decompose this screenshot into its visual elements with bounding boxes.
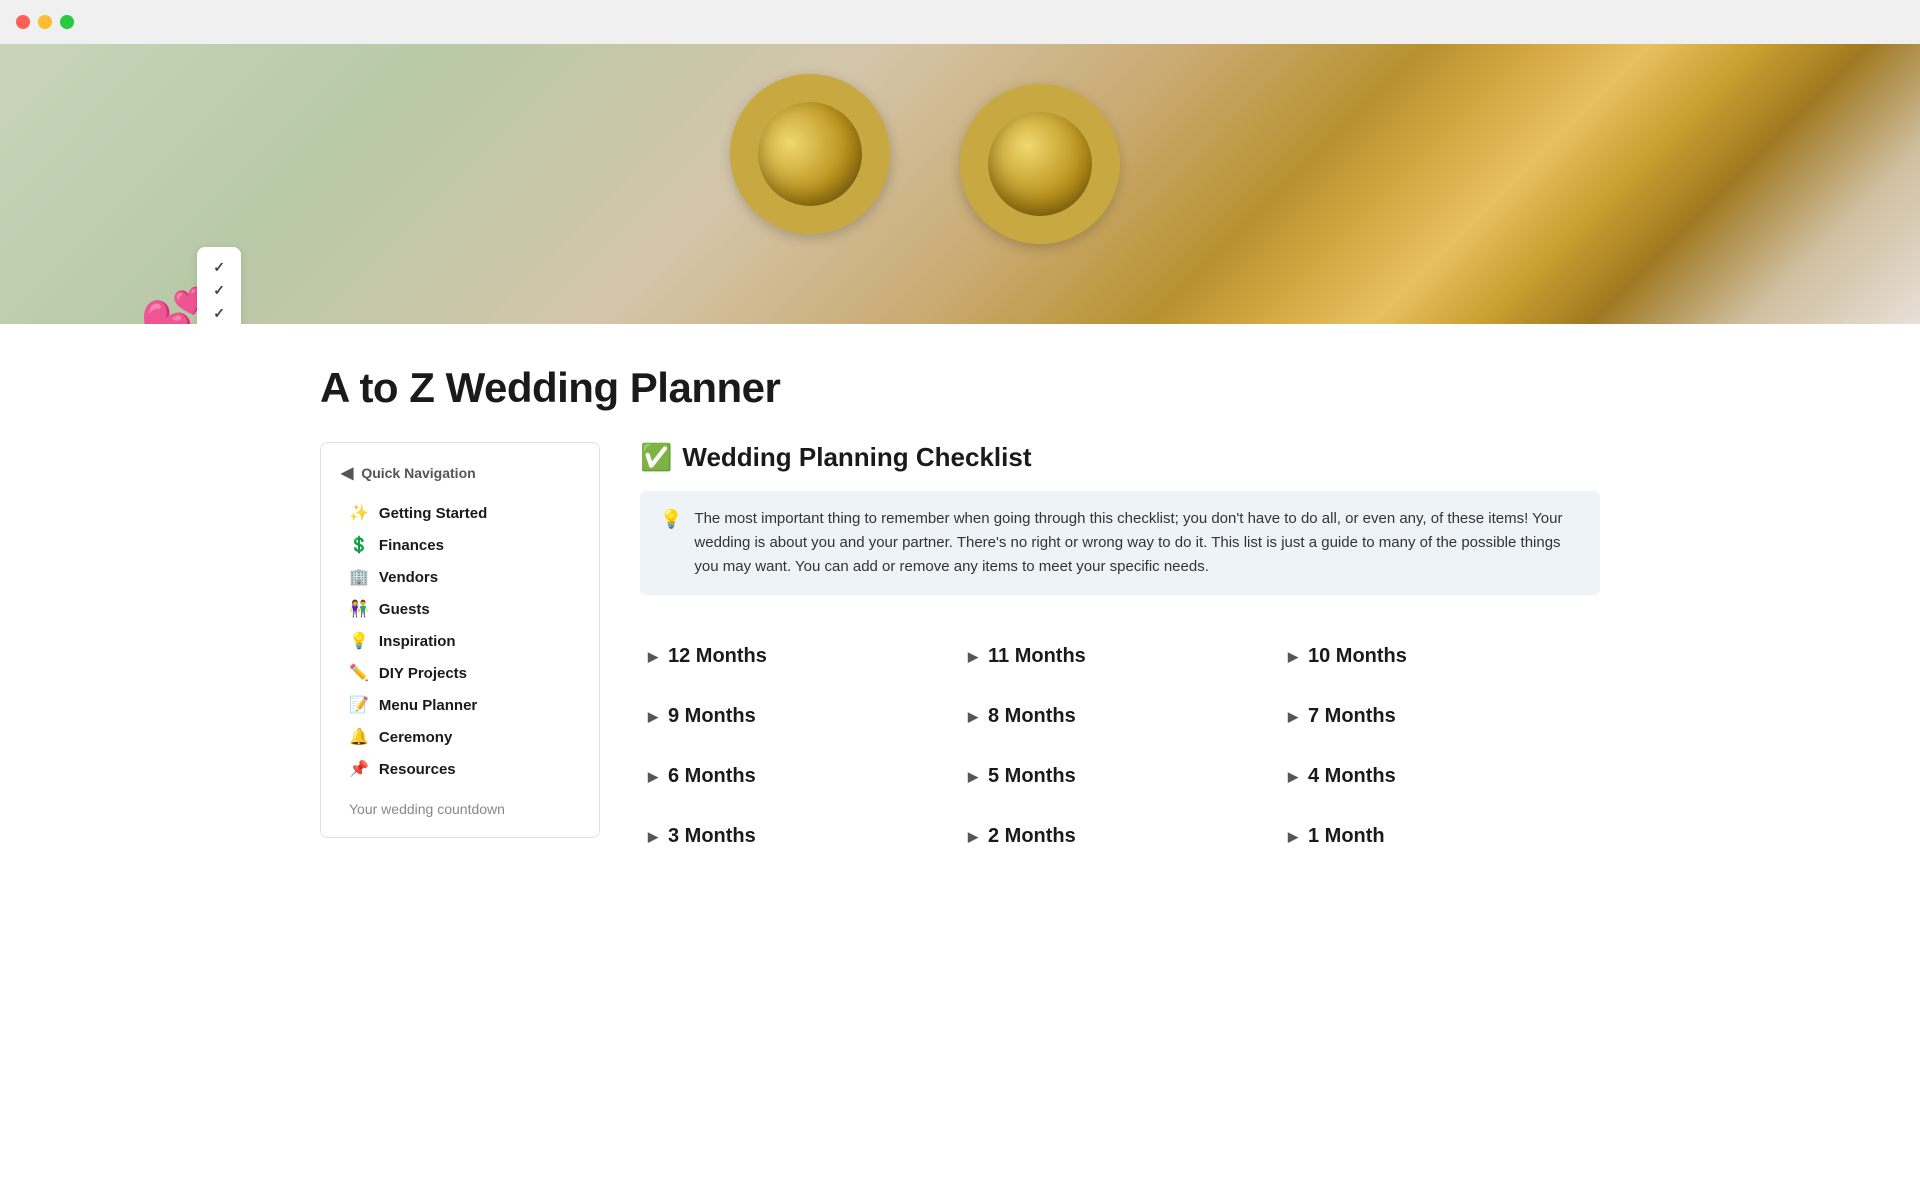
sidebar-item-diy-projects[interactable]: ✏️ DIY Projects — [341, 657, 579, 689]
month-arrow: ▶ — [968, 829, 978, 845]
getting-started-label: Getting Started — [379, 505, 487, 522]
month-arrow: ▶ — [1288, 829, 1298, 845]
minimize-button[interactable] — [38, 15, 52, 29]
month-item[interactable]: ▶ 4 Months — [1280, 747, 1600, 807]
menu-planner-icon: 📝 — [349, 695, 369, 715]
info-box: 💡 The most important thing to remember w… — [640, 491, 1600, 595]
check-2: ✓ — [213, 282, 225, 299]
month-item[interactable]: ▶ 5 Months — [960, 747, 1280, 807]
month-item[interactable]: ▶ 11 Months — [960, 627, 1280, 687]
checklist-heading-text: Wedding Planning Checklist — [682, 442, 1031, 473]
month-item[interactable]: ▶ 10 Months — [1280, 627, 1600, 687]
month-item[interactable]: ▶ 3 Months — [640, 807, 960, 867]
countdown-label: Your wedding countdown — [341, 801, 579, 817]
month-arrow: ▶ — [968, 709, 978, 725]
resources-icon: 📌 — [349, 759, 369, 779]
month-arrow: ▶ — [1288, 709, 1298, 725]
month-arrow: ▶ — [968, 649, 978, 665]
vendors-icon: 🏢 — [349, 567, 369, 587]
diy-icon: ✏️ — [349, 663, 369, 683]
sidebar: ◀ Quick Navigation ✨ Getting Started 💲 F… — [320, 442, 600, 838]
month-label: 11 Months — [988, 645, 1086, 668]
sidebar-item-finances[interactable]: 💲 Finances — [341, 529, 579, 561]
month-arrow: ▶ — [968, 769, 978, 785]
sidebar-item-inspiration[interactable]: 💡 Inspiration — [341, 625, 579, 657]
inspiration-label: Inspiration — [379, 633, 456, 650]
sidebar-item-resources[interactable]: 📌 Resources — [341, 753, 579, 785]
month-arrow: ▶ — [648, 829, 658, 845]
month-item[interactable]: ▶ 6 Months — [640, 747, 960, 807]
close-button[interactable] — [16, 15, 30, 29]
checklist-heading: ✅ Wedding Planning Checklist — [640, 442, 1600, 473]
months-grid: ▶ 12 Months ▶ 11 Months ▶ 10 Months ▶ 9 … — [640, 627, 1600, 867]
ceremony-icon: 🔔 — [349, 727, 369, 747]
hero-banner: 💕 ✓ ✓ ✓ — [0, 44, 1920, 324]
month-arrow: ▶ — [648, 709, 658, 725]
month-arrow: ▶ — [1288, 769, 1298, 785]
finances-label: Finances — [379, 537, 444, 554]
nav-icon: ◀ — [341, 463, 353, 483]
month-item[interactable]: ▶ 1 Month — [1280, 807, 1600, 867]
sidebar-item-guests[interactable]: 👫 Guests — [341, 593, 579, 625]
vendors-label: Vendors — [379, 569, 438, 586]
checklist-heading-emoji: ✅ — [640, 442, 672, 473]
layout: ◀ Quick Navigation ✨ Getting Started 💲 F… — [320, 442, 1600, 867]
inspiration-icon: 💡 — [349, 631, 369, 651]
finances-icon: 💲 — [349, 535, 369, 555]
getting-started-icon: ✨ — [349, 503, 369, 523]
sidebar-item-vendors[interactable]: 🏢 Vendors — [341, 561, 579, 593]
month-arrow: ▶ — [1288, 649, 1298, 665]
month-item[interactable]: ▶ 7 Months — [1280, 687, 1600, 747]
month-label: 9 Months — [668, 705, 756, 728]
month-item[interactable]: ▶ 2 Months — [960, 807, 1280, 867]
sidebar-item-getting-started[interactable]: ✨ Getting Started — [341, 497, 579, 529]
hero-overlay: 💕 ✓ ✓ ✓ — [140, 247, 241, 324]
info-text: The most important thing to remember whe… — [694, 507, 1580, 579]
guests-icon: 👫 — [349, 599, 369, 619]
month-label: 2 Months — [988, 825, 1076, 848]
page-title-section: A to Z Wedding Planner — [320, 324, 1600, 442]
guests-label: Guests — [379, 601, 430, 618]
month-label: 3 Months — [668, 825, 756, 848]
month-arrow: ▶ — [648, 769, 658, 785]
month-label: 5 Months — [988, 765, 1076, 788]
month-label: 1 Month — [1308, 825, 1385, 848]
rings-decoration — [0, 44, 1920, 324]
page-title: A to Z Wedding Planner — [320, 364, 1600, 412]
content-right: ✅ Wedding Planning Checklist 💡 The most … — [640, 442, 1600, 867]
sidebar-item-menu-planner[interactable]: 📝 Menu Planner — [341, 689, 579, 721]
ring-2 — [947, 71, 1132, 256]
month-label: 8 Months — [988, 705, 1076, 728]
main-content: A to Z Wedding Planner ◀ Quick Navigatio… — [260, 324, 1660, 927]
menu-planner-label: Menu Planner — [379, 697, 477, 714]
month-label: 4 Months — [1308, 765, 1396, 788]
month-label: 6 Months — [668, 765, 756, 788]
titlebar — [0, 0, 1920, 44]
diy-label: DIY Projects — [379, 665, 467, 682]
month-label: 10 Months — [1308, 645, 1407, 668]
month-arrow: ▶ — [648, 649, 658, 665]
sidebar-item-ceremony[interactable]: 🔔 Ceremony — [341, 721, 579, 753]
month-item[interactable]: ▶ 8 Months — [960, 687, 1280, 747]
sidebar-title: ◀ Quick Navigation — [341, 463, 579, 483]
info-icon: 💡 — [660, 509, 682, 530]
ceremony-label: Ceremony — [379, 729, 452, 746]
month-label: 7 Months — [1308, 705, 1396, 728]
check-1: ✓ — [213, 259, 225, 276]
check-3: ✓ — [213, 305, 225, 322]
month-item[interactable]: ▶ 12 Months — [640, 627, 960, 687]
month-label: 12 Months — [668, 645, 767, 668]
resources-label: Resources — [379, 761, 456, 778]
maximize-button[interactable] — [60, 15, 74, 29]
ring-1 — [712, 56, 908, 252]
month-item[interactable]: ▶ 9 Months — [640, 687, 960, 747]
checklist-card: ✓ ✓ ✓ — [197, 247, 241, 324]
